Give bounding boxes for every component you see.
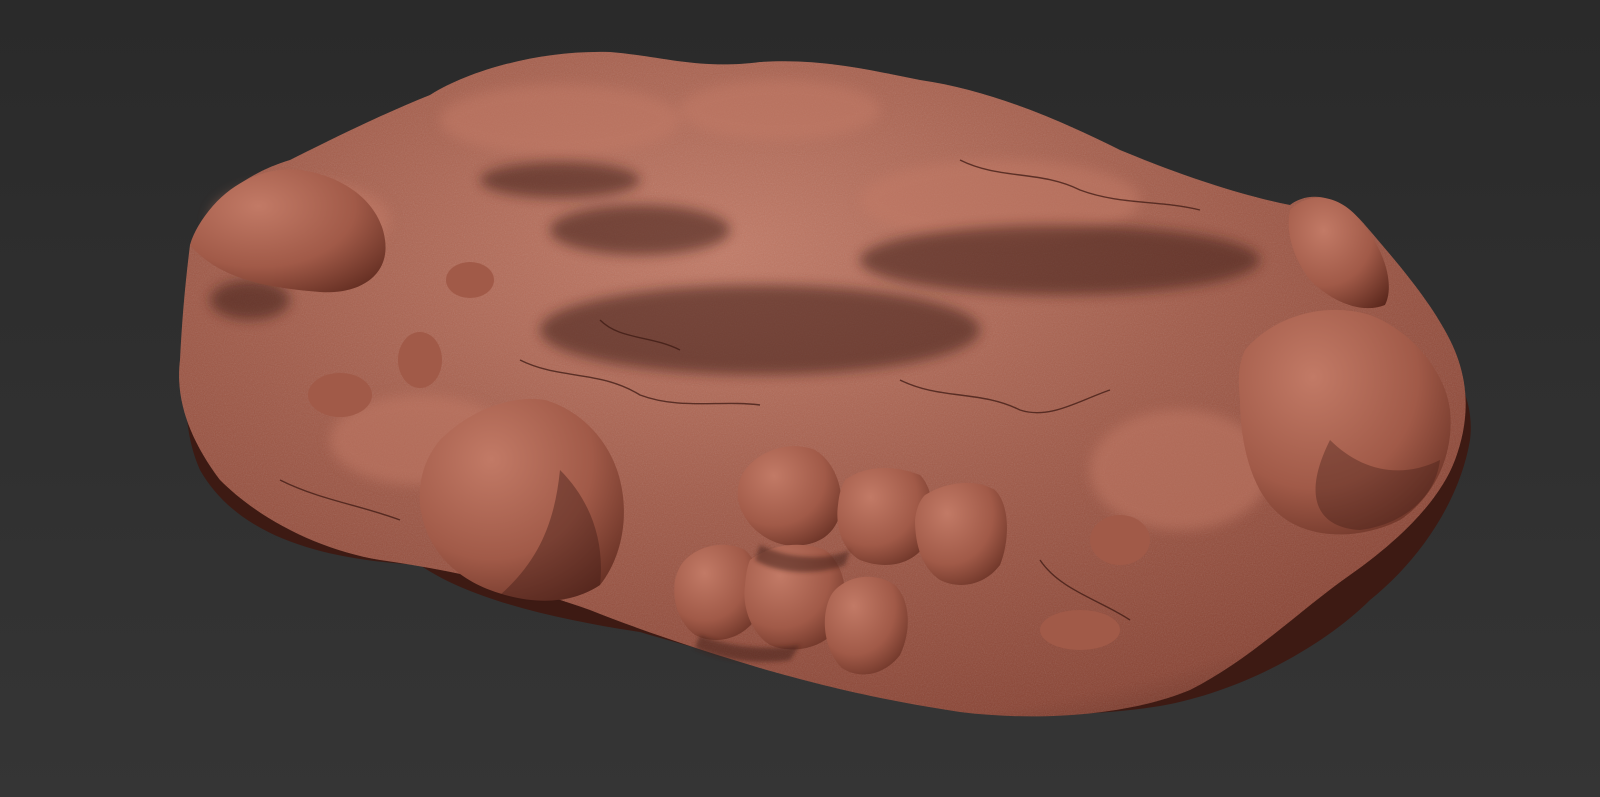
sculpt-viewport[interactable]: [0, 0, 1600, 797]
viewport-canvas[interactable]: [0, 0, 1600, 797]
rock-small-6: [824, 576, 908, 675]
